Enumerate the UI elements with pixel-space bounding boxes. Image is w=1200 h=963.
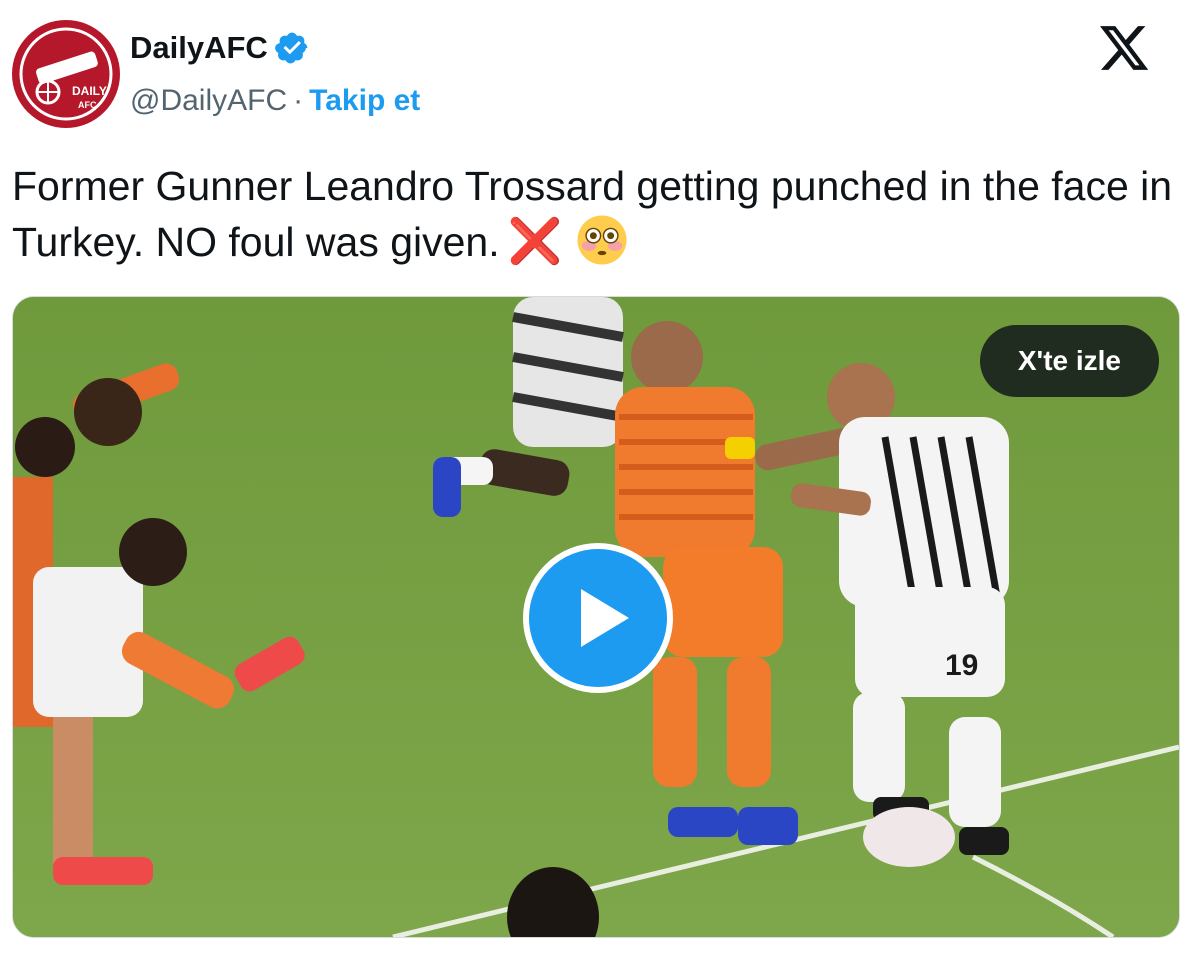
flushed-face-icon — [577, 215, 627, 265]
display-name[interactable]: DailyAFC — [130, 30, 268, 66]
handle[interactable]: @DailyAFC — [130, 84, 287, 118]
avatar[interactable]: DAILY AFC — [12, 20, 120, 128]
handle-row: @DailyAFC · Takip et — [130, 84, 420, 118]
follow-button[interactable]: Takip et — [309, 84, 420, 118]
avatar-lettering: DAILY — [72, 84, 107, 98]
separator-dot: · — [293, 84, 304, 117]
dailyafc-logo: DAILY AFC — [14, 22, 118, 126]
player-number: 19 — [945, 649, 978, 682]
video-player[interactable]: 19 X'te izle — [12, 296, 1180, 938]
name-row: DailyAFC — [130, 30, 310, 66]
x-logo-icon[interactable] — [1100, 26, 1150, 72]
play-icon — [581, 589, 629, 647]
tweet-text: Former Gunner Leandro Trossard getting p… — [12, 158, 1182, 270]
play-button[interactable] — [523, 543, 673, 693]
watch-on-x-button[interactable]: X'te izle — [979, 325, 1159, 397]
cross-mark-emoji: ❌ — [507, 217, 563, 266]
verified-badge-icon — [274, 32, 308, 64]
svg-text:AFC: AFC — [78, 100, 97, 110]
